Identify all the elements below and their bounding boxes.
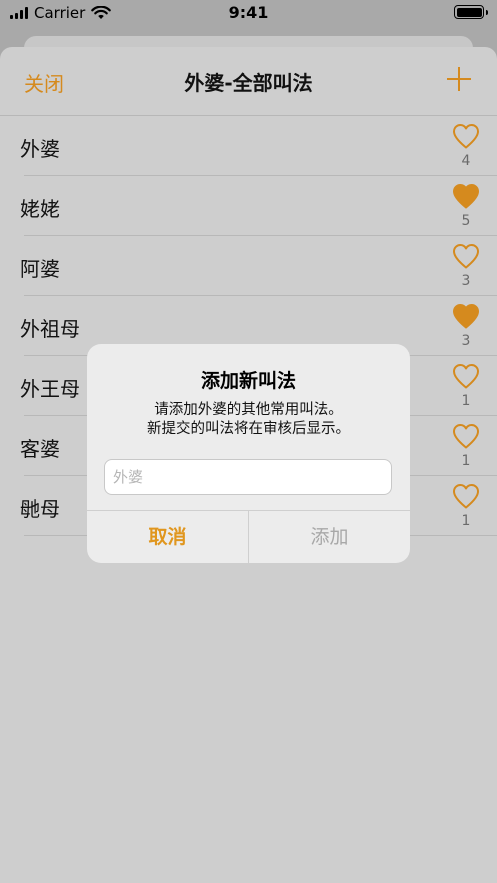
name-label: 外王母	[20, 377, 80, 401]
list-item[interactable]: 阿婆 3	[0, 236, 497, 296]
like-count: 1	[461, 393, 471, 409]
heart-icon	[453, 484, 479, 509]
heart-icon	[453, 244, 479, 269]
name-label: 毑母	[20, 497, 60, 521]
name-label: 阿婆	[20, 257, 60, 281]
like-button[interactable]: 3	[451, 242, 481, 289]
list-item[interactable]: 外婆 4	[0, 116, 497, 176]
name-label: 外婆	[20, 137, 60, 161]
page-title: 外婆-全部叫法	[184, 71, 313, 95]
status-bar: Carrier 9:41	[0, 0, 497, 26]
like-count: 5	[461, 213, 471, 229]
like-count: 3	[461, 273, 471, 289]
add-name-alert: 添加新叫法 请添加外婆的其他常用叫法。 新提交的叫法将在审核后显示。 取消 添加	[87, 344, 410, 563]
alert-title: 添加新叫法	[200, 370, 296, 392]
like-count: 3	[461, 333, 471, 349]
close-button[interactable]: 关闭	[24, 68, 64, 97]
heart-icon	[453, 424, 479, 449]
heart-filled-icon	[453, 304, 479, 329]
heart-icon	[453, 124, 479, 149]
nav-bar: 关闭 外婆-全部叫法	[0, 47, 497, 116]
like-count: 1	[461, 513, 471, 529]
name-input[interactable]	[104, 459, 392, 495]
heart-filled-icon	[453, 184, 479, 209]
clock: 9:41	[228, 3, 269, 22]
like-count: 4	[461, 153, 471, 169]
name-label: 外祖母	[20, 317, 80, 341]
like-button[interactable]: 1	[451, 422, 481, 469]
battery-icon	[454, 5, 488, 19]
like-button[interactable]: 4	[451, 122, 481, 169]
list-item[interactable]: 姥姥 5	[0, 176, 497, 236]
like-button[interactable]: 5	[451, 182, 481, 229]
alert-message-line2: 新提交的叫法将在审核后显示。	[147, 421, 350, 437]
cancel-button[interactable]: 取消	[87, 511, 248, 563]
name-label: 客婆	[20, 437, 60, 461]
like-button[interactable]: 3	[451, 302, 481, 349]
plus-icon[interactable]	[447, 67, 471, 91]
heart-icon	[453, 364, 479, 389]
add-button[interactable]: 添加	[249, 511, 410, 563]
like-button[interactable]: 1	[451, 362, 481, 409]
like-button[interactable]: 1	[451, 482, 481, 529]
alert-message-line1: 请添加外婆的其他常用叫法。	[154, 402, 343, 418]
like-count: 1	[461, 453, 471, 469]
name-label: 姥姥	[20, 197, 60, 221]
